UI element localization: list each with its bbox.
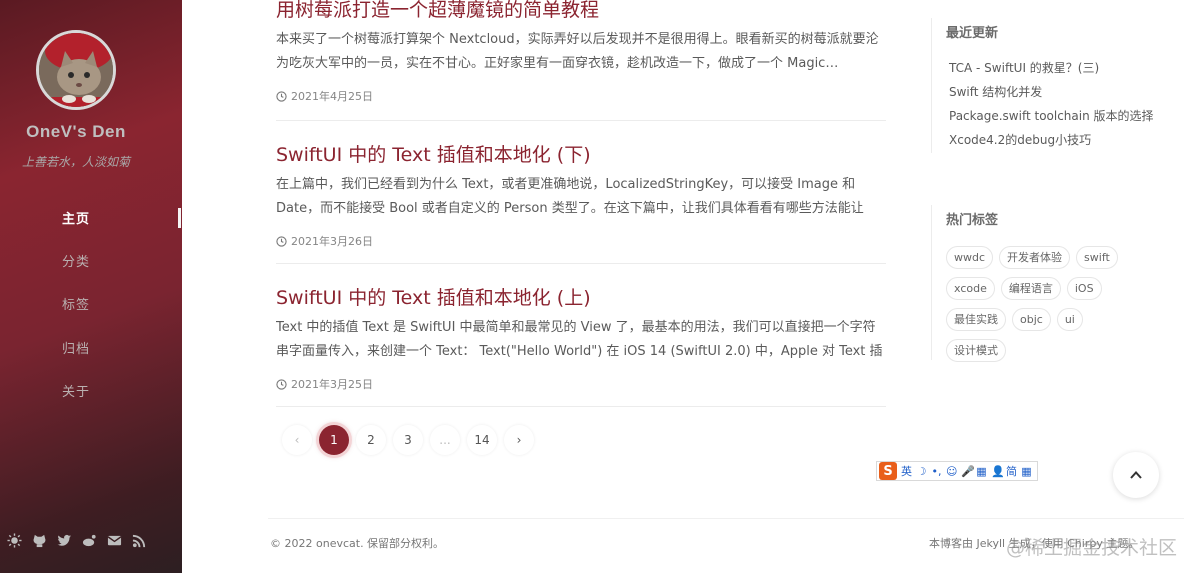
watermark: @稀土掘金技术社区	[1006, 537, 1178, 559]
tag-row: xcode 编程语言 iOS	[946, 277, 1131, 300]
social-links	[6, 532, 148, 549]
post-title[interactable]: SwiftUI 中的 Text 插值和本地化 (下)	[276, 140, 886, 167]
recent-update-link[interactable]: Package.swift toolchain 版本的选择	[946, 104, 1154, 128]
page-button-3[interactable]: 3	[393, 425, 423, 455]
recent-update-link[interactable]: Xcode4.2的debug小技巧	[946, 128, 1154, 152]
post-title[interactable]: 用树莓派打造一个超薄魔镜的简单教程	[276, 0, 886, 22]
ime-simplified-toggle[interactable]: 简	[1006, 463, 1017, 479]
post-divider	[276, 406, 886, 407]
recent-update-link[interactable]: TCA - SwiftUI 的救星？(三)	[946, 56, 1154, 80]
tag-pill[interactable]: 设计模式	[946, 339, 1006, 362]
pagination: ‹ 1 2 3 ... 14 ›	[282, 425, 534, 455]
tag-pill[interactable]: xcode	[946, 277, 995, 300]
weibo-icon[interactable]	[81, 532, 98, 549]
theme-toggle-icon[interactable]	[6, 532, 23, 549]
avatar[interactable]	[36, 30, 116, 110]
tag-pill[interactable]: swift	[1076, 246, 1118, 269]
post-card: SwiftUI 中的 Text 插值和本地化 (上) Text 中的插值 Tex…	[276, 283, 886, 392]
ime-toolbar[interactable]: S 英 ☽ •, ☺ 🎤 ▦ 👤 简 ▦	[876, 461, 1038, 481]
ime-user-icon[interactable]: 👤	[991, 465, 1005, 478]
tag-row: 最佳实践 objc ui	[946, 308, 1131, 331]
footer-divider	[268, 518, 1184, 519]
twitter-icon[interactable]	[56, 532, 73, 549]
email-icon[interactable]	[106, 532, 123, 549]
ime-emoji-icon[interactable]: ☺	[946, 465, 957, 478]
next-page-button[interactable]: ›	[504, 425, 534, 455]
ime-punctuation-icon[interactable]: •,	[931, 465, 942, 478]
tag-pill[interactable]: objc	[1012, 308, 1051, 331]
site-title[interactable]: OneV's Den	[0, 122, 152, 142]
ime-moon-icon[interactable]: ☽	[916, 465, 927, 478]
github-icon[interactable]	[31, 532, 48, 549]
post-excerpt: Text 中的插值 Text 是 SwiftUI 中最简单和最常见的 View …	[276, 320, 883, 359]
footer-copyright: © 2022 onevcat. 保留部分权利。	[270, 537, 445, 550]
post-excerpt: 在上篇中，我们已经看到为什么 Text，或者更准确地说，LocalizedStr…	[276, 177, 864, 216]
trending-tags-title: 热门标签	[946, 213, 999, 228]
post-date-text: 2021年3月26日	[291, 235, 373, 248]
sogou-logo-icon[interactable]: S	[879, 462, 897, 480]
back-to-top-button[interactable]	[1113, 452, 1159, 498]
ime-grid-icon[interactable]: ▦	[1021, 465, 1032, 478]
recent-updates-panel: 最近更新 TCA - SwiftUI 的救星？(三) Swift 结构化并发 P…	[931, 18, 1154, 153]
page-button-2[interactable]: 2	[356, 425, 386, 455]
tag-cloud: wwdc 开发者体验 swift xcode 编程语言 iOS 最佳实践 obj…	[946, 246, 1131, 362]
clock-icon	[276, 90, 287, 102]
nav-item-home[interactable]: 主页	[62, 208, 90, 227]
post-date: 2021年4月25日	[276, 88, 886, 104]
chevron-up-icon	[1130, 471, 1142, 479]
page-ellipsis: ...	[430, 425, 460, 455]
tag-pill[interactable]: 最佳实践	[946, 308, 1006, 331]
page-button-14[interactable]: 14	[467, 425, 497, 455]
clock-icon	[276, 235, 287, 247]
nav-item-tags[interactable]: 标签	[62, 294, 90, 313]
tag-pill[interactable]: 编程语言	[1000, 277, 1061, 300]
post-card: 用树莓派打造一个超薄魔镜的简单教程 本来买了一个树莓派打算架个 Nextclou…	[276, 0, 886, 104]
post-date-text: 2021年4月25日	[291, 90, 373, 103]
recent-updates-list: TCA - SwiftUI 的救星？(三) Swift 结构化并发 Packag…	[946, 56, 1154, 152]
tag-row: wwdc 开发者体验 swift	[946, 246, 1131, 269]
post-date: 2021年3月25日	[276, 376, 886, 392]
post-card: SwiftUI 中的 Text 插值和本地化 (下) 在上篇中，我们已经看到为什…	[276, 140, 886, 249]
post-divider	[276, 263, 886, 264]
tag-row: 设计模式	[946, 339, 1131, 362]
tag-pill[interactable]: ui	[1056, 308, 1083, 331]
nav-item-about[interactable]: 关于	[62, 381, 90, 400]
clock-icon	[276, 378, 287, 390]
site-subtitle: 上善若水，人淡如菊	[21, 155, 130, 169]
post-date-text: 2021年3月25日	[291, 378, 373, 391]
tag-pill[interactable]: iOS	[1066, 277, 1102, 300]
recent-update-link[interactable]: Swift 结构化并发	[946, 80, 1154, 104]
post-date: 2021年3月26日	[276, 233, 886, 249]
tag-pill[interactable]: 开发者体验	[999, 246, 1071, 269]
ime-mic-icon[interactable]: 🎤	[961, 465, 975, 478]
nav-item-categories[interactable]: 分类	[62, 251, 90, 270]
nav-active-indicator	[178, 208, 181, 228]
sidebar: OneV's Den 上善若水，人淡如菊 主页 分类 标签 归档 关于	[0, 0, 182, 573]
post-excerpt: 本来买了一个树莓派打算架个 Nextcloud，实际弄好以后发现并不是很用得上。…	[276, 32, 879, 71]
trending-tags-panel: 热门标签 wwdc 开发者体验 swift xcode 编程语言 iOS 最佳实…	[931, 205, 1131, 362]
post-divider	[276, 120, 886, 121]
ime-keyboard-icon[interactable]: ▦	[976, 465, 987, 478]
page-button-1[interactable]: 1	[319, 425, 349, 455]
rss-icon[interactable]	[131, 532, 148, 549]
nav-item-archives[interactable]: 归档	[62, 338, 90, 357]
tag-pill[interactable]: wwdc	[946, 246, 994, 269]
prev-page-button[interactable]: ‹	[282, 425, 312, 455]
recent-updates-title: 最近更新	[946, 26, 999, 41]
ime-language-toggle[interactable]: 英	[901, 463, 912, 479]
post-title[interactable]: SwiftUI 中的 Text 插值和本地化 (上)	[276, 283, 886, 310]
